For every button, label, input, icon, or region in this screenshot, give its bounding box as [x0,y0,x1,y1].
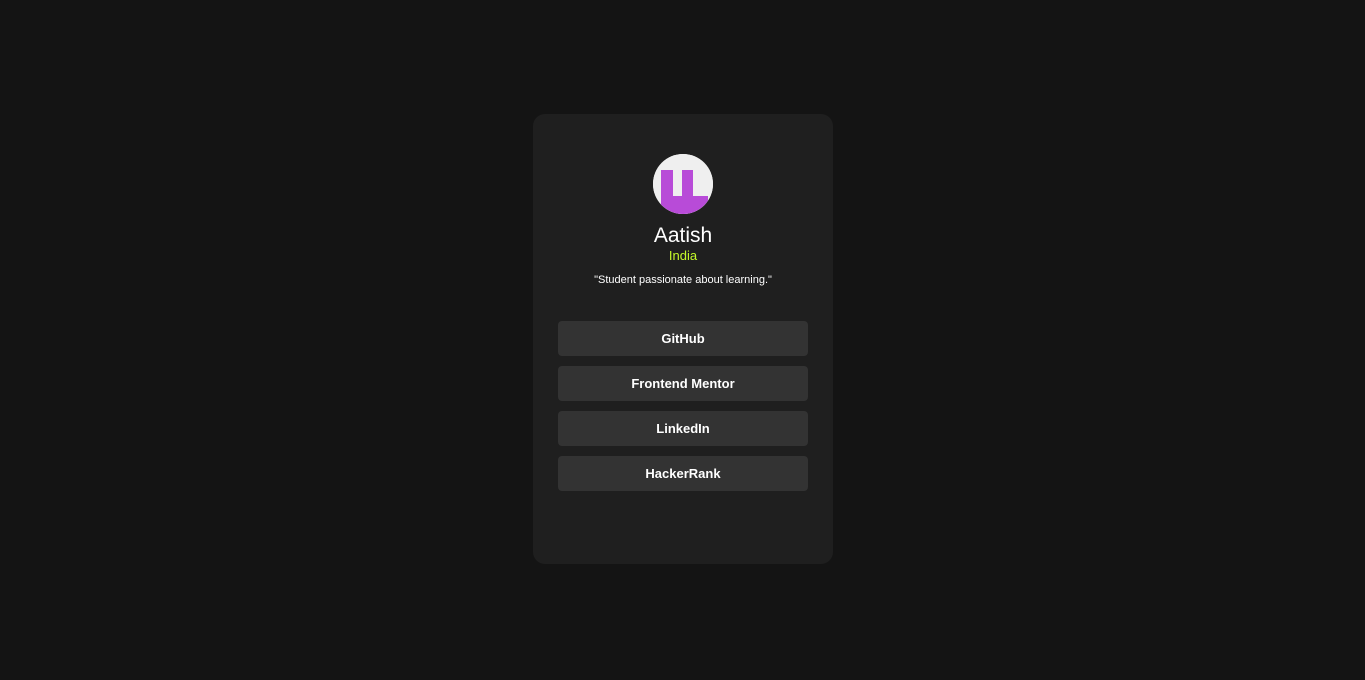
page: Aatish India "Student passionate about l… [0,0,1365,680]
avatar [653,154,713,214]
purple-block-avatar-icon [653,154,713,214]
frontend-mentor-link-button[interactable]: Frontend Mentor [558,366,808,401]
profile-location: India [668,248,698,263]
profile-bio: "Student passionate about learning." [594,274,772,286]
linkedin-link-button[interactable]: LinkedIn [558,411,808,446]
hackerrank-link-button[interactable]: HackerRank [558,456,808,491]
profile-name: Aatish [653,224,713,247]
profile-card: Aatish India "Student passionate about l… [533,114,833,564]
github-link-button[interactable]: GitHub [558,321,808,356]
social-links: GitHub Frontend Mentor LinkedIn HackerRa… [558,321,808,501]
